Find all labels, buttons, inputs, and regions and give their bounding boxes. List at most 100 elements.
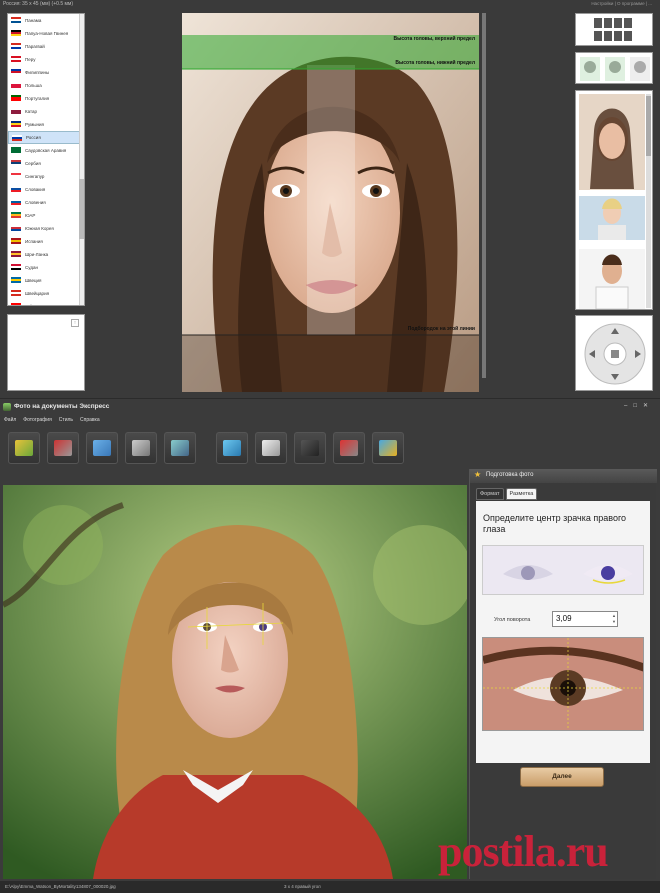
angle-label: Угол поворота (494, 617, 531, 623)
eye-example-drawing (483, 546, 643, 594)
flag-icon (11, 264, 21, 270)
next-button[interactable]: Далее (520, 767, 604, 787)
country-item[interactable]: Тайвань (8, 300, 84, 306)
prep-panel: ★ Подготовка фото Формат Разметка Опреде… (469, 469, 657, 879)
top-menu[interactable]: Настройки | О программе | ... (591, 1, 652, 6)
status-mode: 3 x 4 правый угол (284, 884, 321, 889)
panel-header: ★ Подготовка фото (470, 469, 657, 483)
country-item[interactable]: ЮАР (8, 209, 84, 222)
menu-photo[interactable]: Фотография (23, 417, 52, 427)
country-item[interactable]: Россия (8, 131, 84, 144)
country-item[interactable]: Саудовская Аравия (8, 144, 84, 157)
country-item[interactable]: Испания (8, 235, 84, 248)
list-scroll-thumb[interactable] (79, 179, 84, 239)
country-item[interactable]: Швейцария (8, 287, 84, 300)
flag-icon (11, 303, 21, 305)
country-item[interactable]: Румыния (8, 118, 84, 131)
crop-button[interactable] (47, 432, 79, 464)
country-name: Папуа-Новая Гвинея (25, 30, 69, 36)
country-name: Сингапур (25, 173, 45, 179)
expand-icon[interactable]: ↑ (71, 319, 79, 327)
eye-zoom-view[interactable] (482, 637, 644, 731)
country-name: Швейцария (25, 290, 50, 296)
maximize-icon[interactable]: □ (633, 403, 643, 409)
country-item[interactable]: Польша (8, 79, 84, 92)
rotation-angle-input[interactable]: 3,09 ▲ ▼ (552, 611, 618, 627)
country-item[interactable]: Сербия (8, 157, 84, 170)
flag-icon (11, 95, 21, 101)
country-item[interactable]: Шри-Ланка (8, 248, 84, 261)
minimize-icon[interactable]: – (624, 403, 633, 409)
flag-icon (11, 69, 21, 75)
print-button[interactable] (125, 432, 157, 464)
portrait-image (182, 13, 479, 392)
export-button[interactable] (372, 432, 404, 464)
country-item[interactable]: Филиппины (8, 66, 84, 79)
country-name: Катар (25, 108, 38, 114)
country-list[interactable]: Панама Папуа-Новая Гвинея Парагвай Перу Фили… (7, 13, 85, 306)
face-template-panel[interactable] (575, 52, 653, 84)
country-item[interactable]: Португалия (8, 92, 84, 105)
book-button[interactable] (255, 432, 287, 464)
country-name: ЮАР (25, 212, 36, 218)
country-item[interactable]: Словакия (8, 183, 84, 196)
app-window: Фото на документы Экспресс –□✕ Файл Фото… (0, 399, 660, 893)
country-name: Перу (25, 56, 36, 62)
passport-editor-window: Россия: 35 x 45 (мм) (+0.5 мм) Настройки… (0, 0, 660, 398)
open-folder-button[interactable] (8, 432, 40, 464)
menu-style[interactable]: Стиль (59, 417, 73, 427)
photo-grid-icon (594, 18, 632, 41)
country-item[interactable]: Словения (8, 196, 84, 209)
camera-icon (171, 440, 189, 456)
country-name: Шри-Ланка (25, 251, 49, 257)
edit-photo-button[interactable] (216, 432, 248, 464)
preview-box: ↑ (7, 314, 85, 391)
layout-grid-panel[interactable] (575, 13, 653, 46)
eye-example-image (482, 545, 644, 595)
id-card-button[interactable] (86, 432, 118, 464)
status-file-path: E:\Alpy\Emma_Watson_ByMortality134807_00… (5, 884, 116, 889)
menu-bar: Файл Фотография Стиль Справка (4, 417, 100, 427)
video-camera-button[interactable] (294, 432, 326, 464)
toolbar-separator (203, 432, 209, 466)
country-item[interactable]: Швеция (8, 274, 84, 287)
country-name: Румыния (25, 121, 44, 127)
photo-scrollbar[interactable] (482, 13, 486, 378)
country-item[interactable]: Перу (8, 53, 84, 66)
sample-thumbnails[interactable] (575, 90, 653, 310)
window-controls[interactable]: –□✕ (624, 402, 654, 409)
country-item[interactable]: Панама (8, 14, 84, 27)
country-item[interactable]: Парагвай (8, 40, 84, 53)
country-item[interactable]: Судан (8, 261, 84, 274)
list-scrollbar[interactable] (79, 14, 84, 305)
toolbar (8, 432, 404, 466)
navigation-pad[interactable] (575, 315, 653, 391)
flag-icon (11, 186, 21, 192)
flag-icon (11, 56, 21, 62)
country-name: Тайвань (25, 303, 43, 306)
spinner-arrows-icon[interactable]: ▲ ▼ (612, 613, 616, 625)
country-item[interactable]: Сингапур (8, 170, 84, 183)
close-icon[interactable]: ✕ (643, 403, 654, 409)
camera-button[interactable] (164, 432, 196, 464)
tab-markup[interactable]: Разметка (505, 488, 538, 500)
country-item[interactable]: Папуа-Новая Гвинея (8, 27, 84, 40)
tab-format[interactable]: Формат (476, 488, 504, 500)
country-item[interactable]: Южная Корея (8, 222, 84, 235)
country-item[interactable]: Катар (8, 105, 84, 118)
portrait-photo[interactable]: Высота головы, верхний предел Высота гол… (182, 13, 479, 392)
instruction-text: Определите центр зрачка правого глаза (483, 513, 627, 534)
menu-help[interactable]: Справка (80, 417, 100, 427)
flag-icon (11, 43, 21, 49)
crop-icon (54, 440, 72, 456)
country-name: Филиппины (25, 69, 50, 75)
markup-step-box: Определите центр зрачка правого глаза Уг… (476, 501, 650, 763)
flag-icon (11, 108, 21, 114)
country-name: Россия (26, 135, 41, 140)
print-icon (132, 440, 150, 456)
face-template-icons (580, 57, 650, 81)
video-camera-icon (301, 440, 319, 456)
box-3d-button[interactable] (333, 432, 365, 464)
menu-file[interactable]: Файл (4, 417, 16, 427)
photo-workarea[interactable] (3, 485, 467, 879)
